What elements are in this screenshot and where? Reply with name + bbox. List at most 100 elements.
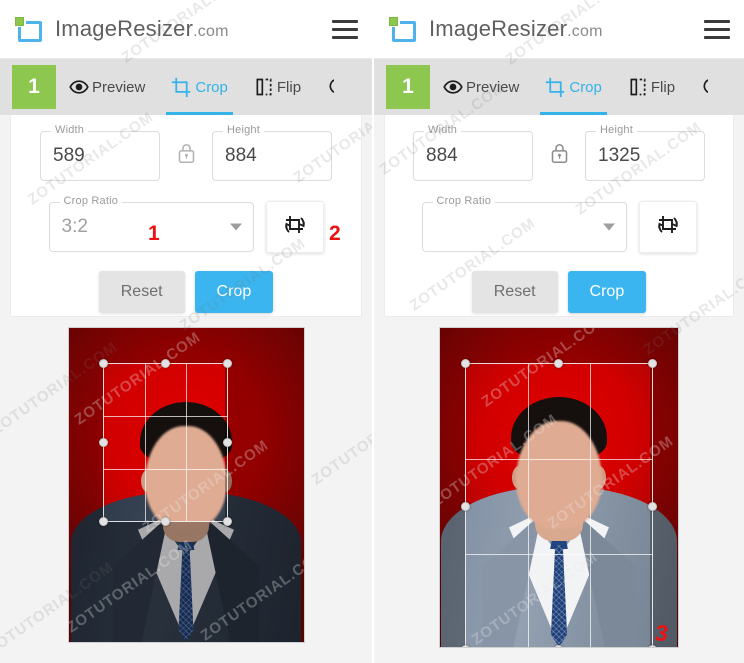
crop-ratio-select[interactable]: Crop Ratio (421, 195, 627, 252)
hamburger-menu-icon[interactable] (704, 19, 730, 39)
tab-list: Preview Crop Flip (56, 59, 372, 115)
chevron-down-icon (229, 223, 242, 231)
resize-frame-icon (14, 15, 44, 43)
action-buttons: Reset Crop (385, 271, 733, 313)
flip-horizontal-icon (628, 77, 648, 97)
photo-canvas-right[interactable]: ZOTUTORIAL.COM ZOTUTORIAL.COM ZOTUTORIAL… (439, 327, 679, 648)
crop-selection-box[interactable] (98, 359, 232, 526)
ratio-row: Crop Ratio (385, 195, 733, 253)
eye-icon (69, 77, 89, 97)
editor-tabbar: 1 Preview Crop Flip (0, 59, 372, 115)
annotation-1: 1 (148, 222, 160, 245)
reset-button[interactable]: Reset (471, 271, 558, 313)
action-buttons: Reset Crop (11, 271, 361, 313)
crop-handle-se[interactable] (222, 517, 232, 526)
dimension-row: Width 589 Height 884 (11, 124, 361, 181)
crop-selection-box[interactable] (461, 359, 657, 647)
tab-flip-label: Flip (276, 78, 302, 96)
width-label: Width (424, 124, 462, 136)
tab-list: Preview Crop Flip (430, 59, 744, 115)
height-value: 1325 (598, 145, 641, 166)
resize-frame-icon (388, 15, 418, 43)
ratio-row: Crop Ratio 3:2 (11, 195, 361, 253)
tab-preview-label: Preview (466, 78, 520, 96)
screenshot-stage: ImageResizer.com 1 Preview Crop Flip Wid… (0, 0, 744, 663)
crop-handle-sw[interactable] (461, 645, 470, 647)
tab-crop[interactable]: Crop (532, 59, 615, 115)
chevron-down-icon (602, 223, 615, 231)
crop-controls-left: Width 589 Height 884 Crop Ratio 3:2 Rese… (10, 115, 362, 317)
tab-crop-label: Crop (569, 78, 602, 96)
hamburger-menu-icon[interactable] (332, 19, 358, 39)
crop-rotate-icon (281, 211, 309, 244)
step-badge: 1 (12, 65, 56, 109)
brand-name: ImageResizer (429, 16, 568, 41)
crop-controls-right: Width 884 Height 1325 Crop Ratio Reset C… (384, 115, 734, 317)
rotate-icon (701, 77, 709, 97)
brand-tld: .com (193, 23, 229, 40)
tab-crop-label: Crop (195, 78, 228, 96)
width-input[interactable]: Width 589 (40, 124, 160, 181)
crop-icon (171, 77, 192, 98)
crop-handle-nw[interactable] (98, 359, 108, 368)
crop-rotate-button[interactable] (638, 201, 697, 253)
panel-right: ImageResizer.com 1 Preview Crop Flip Wid… (372, 0, 744, 663)
crop-button[interactable]: Crop (567, 271, 647, 313)
brand-title: ImageResizer.com (429, 16, 603, 42)
photo-area-left: ZOTUTORIAL.COM ZOTUTORIAL.COM ZOTUTORIAL… (0, 317, 372, 647)
tab-preview[interactable]: Preview (430, 59, 532, 115)
height-value: 884 (225, 145, 257, 166)
crop-rotate-icon (654, 211, 682, 244)
annotation-2: 2 (329, 222, 341, 245)
photo-area-right: ZOTUTORIAL.COM ZOTUTORIAL.COM ZOTUTORIAL… (374, 317, 744, 648)
step-badge: 1 (386, 65, 430, 109)
crop-icon (545, 77, 566, 98)
crop-handle-nw[interactable] (461, 359, 470, 368)
tab-rotate[interactable] (314, 59, 335, 115)
crop-handle-ne[interactable] (648, 359, 657, 368)
editor-tabbar: 1 Preview Crop Flip (374, 59, 744, 115)
width-input[interactable]: Width 884 (413, 124, 533, 181)
tab-flip[interactable]: Flip (241, 59, 314, 115)
crop-handle-s[interactable] (160, 517, 170, 526)
crop-handle-sw[interactable] (98, 517, 108, 526)
width-value: 884 (426, 145, 458, 166)
crop-handle-ne[interactable] (222, 359, 232, 368)
lock-closed-icon (176, 142, 197, 170)
height-input[interactable]: Height 884 (212, 124, 332, 181)
app-header: ImageResizer.com (0, 0, 372, 59)
tab-preview-label: Preview (92, 78, 146, 96)
crop-handle-n[interactable] (554, 359, 563, 368)
flip-horizontal-icon (254, 77, 274, 97)
height-label: Height (596, 124, 637, 136)
crop-handle-e[interactable] (648, 502, 657, 511)
crop-handle-s[interactable] (554, 645, 563, 647)
width-label: Width (51, 124, 89, 136)
reset-button[interactable]: Reset (98, 271, 185, 313)
crop-handle-w[interactable] (98, 438, 108, 447)
aspect-lock-button[interactable] (533, 142, 585, 170)
crop-handle-e[interactable] (222, 438, 232, 447)
crop-ratio-label: Crop Ratio (432, 195, 496, 207)
aspect-lock-button[interactable] (160, 142, 212, 170)
tab-rotate[interactable] (688, 59, 709, 115)
crop-rotate-button[interactable] (265, 201, 324, 253)
crop-handle-n[interactable] (160, 359, 170, 368)
height-label: Height (223, 124, 264, 136)
crop-button[interactable]: Crop (194, 271, 274, 313)
rotate-icon (327, 77, 335, 97)
tab-crop[interactable]: Crop (158, 59, 241, 115)
lock-closed-icon (549, 142, 570, 170)
crop-ratio-label: Crop Ratio (59, 195, 123, 207)
width-value: 589 (53, 145, 85, 166)
brand-title: ImageResizer.com (55, 16, 229, 42)
tab-preview[interactable]: Preview (56, 59, 158, 115)
eye-icon (443, 77, 463, 97)
crop-handle-w[interactable] (461, 502, 470, 511)
crop-ratio-value: 3:2 (61, 216, 88, 237)
dimension-row: Width 884 Height 1325 (385, 124, 733, 181)
height-input[interactable]: Height 1325 (585, 124, 705, 181)
photo-canvas-left[interactable]: ZOTUTORIAL.COM ZOTUTORIAL.COM ZOTUTORIAL… (67, 327, 305, 643)
brand-name: ImageResizer (55, 16, 194, 41)
tab-flip[interactable]: Flip (615, 59, 688, 115)
